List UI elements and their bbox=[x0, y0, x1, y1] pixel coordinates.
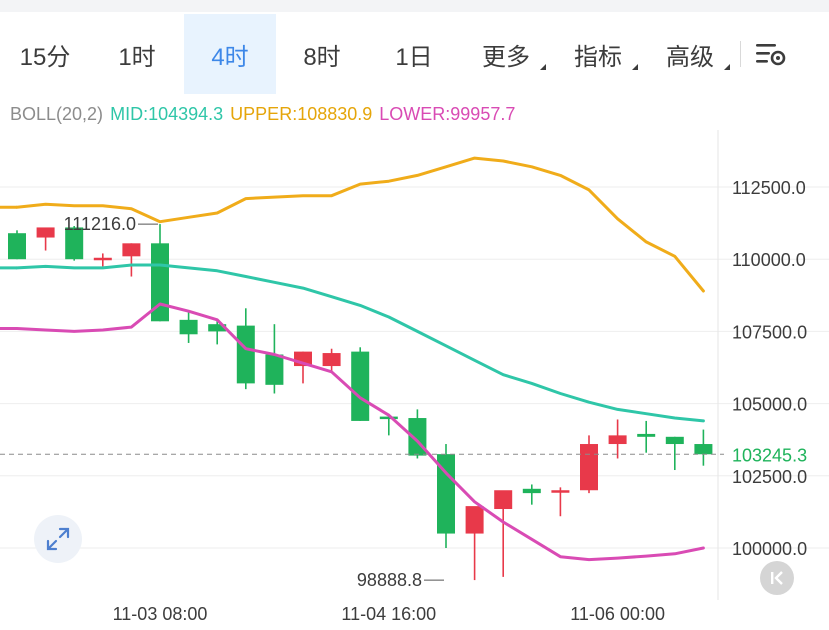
tab-label: 4时 bbox=[211, 43, 249, 71]
chart-settings-icon bbox=[756, 44, 786, 66]
boll-lower-line bbox=[15, 302, 705, 562]
candle-body[interactable] bbox=[265, 354, 284, 385]
price-annotation-label: 98888.8 bbox=[357, 570, 422, 590]
candle-body[interactable] bbox=[665, 436, 684, 445]
jump-to-latest-button[interactable] bbox=[760, 561, 794, 595]
tab-advanced-dropdown[interactable]: 高级 bbox=[644, 14, 736, 94]
dropdown-triangle-icon bbox=[632, 64, 638, 70]
y-tick-label: 107500.0 bbox=[732, 322, 807, 342]
status-strip bbox=[0, 0, 829, 12]
tab-4h[interactable]: 4时 bbox=[184, 14, 276, 94]
y-tick-label: 100000.0 bbox=[732, 539, 807, 559]
candle-body[interactable] bbox=[36, 227, 55, 238]
tab-label: 1时 bbox=[118, 43, 156, 71]
y-tick-label: 105000.0 bbox=[732, 395, 807, 415]
candle-body[interactable] bbox=[322, 353, 341, 367]
candle-body[interactable] bbox=[122, 243, 141, 257]
boll-mid-value: MID:104394.3 bbox=[110, 104, 224, 124]
x-tick-label: 11-03 08:00 bbox=[112, 604, 208, 624]
jump-to-latest-icon bbox=[771, 571, 783, 585]
tab-1d[interactable]: 1日 bbox=[368, 14, 460, 94]
candle-body[interactable] bbox=[522, 488, 541, 494]
tab-8h[interactable]: 8时 bbox=[276, 14, 368, 94]
tab-indicators-dropdown[interactable]: 指标 bbox=[552, 14, 644, 94]
tab-label: 高级 bbox=[666, 43, 714, 71]
tab-1h[interactable]: 1时 bbox=[90, 14, 184, 94]
tab-label: 更多 bbox=[482, 43, 530, 71]
tab-label: 15分 bbox=[19, 43, 71, 71]
candle-body[interactable] bbox=[351, 351, 370, 421]
candle-body[interactable] bbox=[8, 233, 26, 260]
current-price-label: 103245.3 bbox=[732, 445, 807, 465]
x-tick-label: 11-04 16:00 bbox=[341, 604, 437, 624]
y-tick-label: 112500.0 bbox=[732, 178, 806, 198]
candle-body[interactable] bbox=[465, 506, 484, 534]
boll-legend: BOLL(20,2) MID:104394.3 UPPER:108830.9 L… bbox=[10, 104, 517, 125]
y-tick-label: 110000.0 bbox=[732, 250, 806, 270]
tab-label: 指标 bbox=[574, 43, 622, 71]
boll-upper-value: UPPER:108830.9 bbox=[230, 104, 373, 124]
candle-body[interactable] bbox=[637, 433, 656, 437]
candle-body[interactable] bbox=[608, 435, 627, 445]
chart-settings-button[interactable] bbox=[741, 14, 801, 94]
candle-body[interactable] bbox=[93, 257, 112, 261]
boll-name: BOLL(20,2) bbox=[10, 104, 104, 124]
expand-arrows-icon bbox=[46, 527, 70, 551]
candle-body[interactable] bbox=[551, 490, 570, 493]
tab-more-dropdown[interactable]: 更多 bbox=[460, 14, 552, 94]
timeframe-toolbar: 15分 1时 4时 8时 1日 更多 指标 高级 bbox=[0, 14, 829, 94]
candle-body[interactable] bbox=[179, 319, 198, 335]
candle-body[interactable] bbox=[580, 444, 598, 491]
candle-body[interactable] bbox=[694, 444, 713, 455]
tab-15m[interactable]: 15分 bbox=[0, 14, 90, 94]
x-tick-label: 11-06 00:00 bbox=[570, 604, 665, 624]
tab-label: 1日 bbox=[395, 43, 433, 71]
expand-chart-button[interactable] bbox=[34, 515, 82, 563]
dropdown-triangle-icon bbox=[540, 64, 546, 70]
price-annotation-label: 111216.0 bbox=[64, 214, 136, 234]
candlestick-chart[interactable]: 112500.0 110000.0 107500.0 105000.0 102500.0… bbox=[0, 130, 829, 600]
candle-body[interactable] bbox=[494, 490, 513, 510]
candle-body[interactable] bbox=[236, 325, 255, 384]
dropdown-triangle-icon bbox=[724, 64, 730, 70]
boll-lower-value: LOWER:99957.7 bbox=[379, 104, 516, 124]
tab-label: 8时 bbox=[303, 43, 341, 71]
y-tick-label: 102500.0 bbox=[732, 467, 807, 487]
